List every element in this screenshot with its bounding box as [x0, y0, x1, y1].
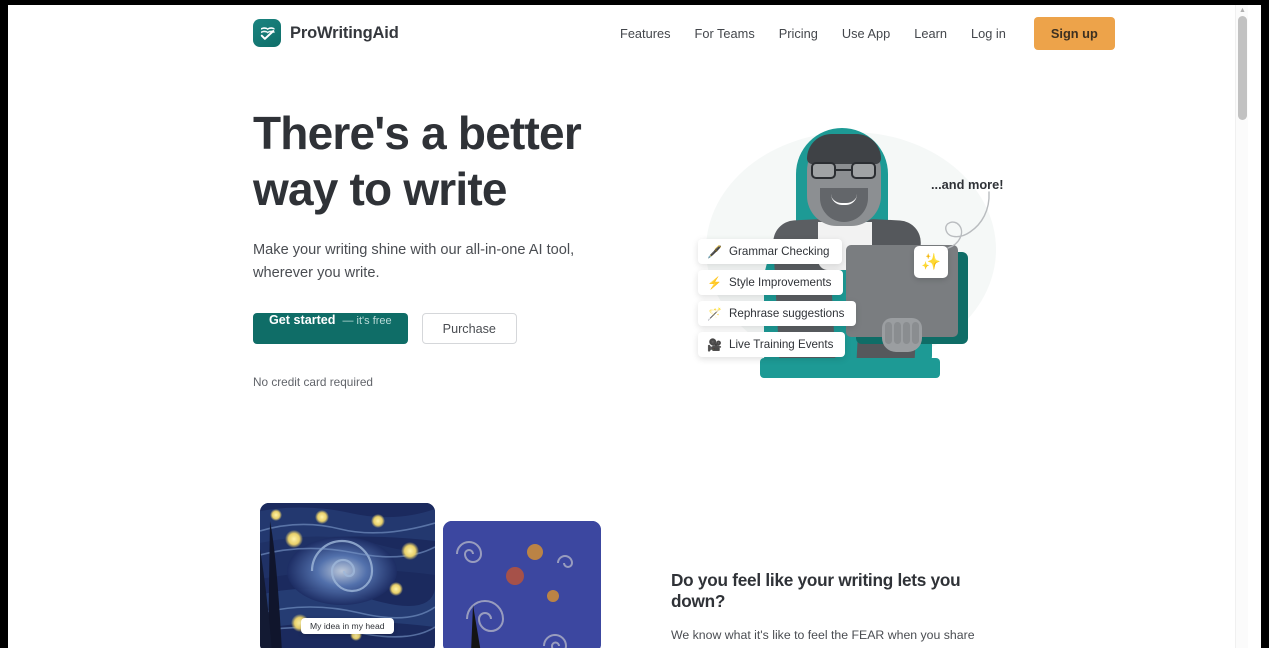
video-camera-icon: 🎥	[707, 337, 722, 352]
section2-text: Do you feel like your writing lets you d…	[671, 570, 1016, 648]
idea-in-my-head-label: My idea in my head	[301, 618, 394, 634]
browser-viewport: ProWritingAid Features For Teams Pricing…	[8, 5, 1261, 648]
sparkles-icon: ✨	[921, 254, 941, 271]
nav-link-features[interactable]: Features	[608, 26, 683, 41]
site-header: ProWritingAid Features For Teams Pricing…	[8, 5, 1248, 62]
hero-illustration: ✨ ...and more! 🖋️ Grammar Checking ⚡ Sty…	[668, 110, 1018, 395]
scrollbar-thumb[interactable]	[1238, 16, 1247, 120]
feather-pen-icon: 🖋️	[707, 244, 722, 259]
hero-content: There's a better way to write Make your …	[253, 105, 613, 389]
section2-title: Do you feel like your writing lets you d…	[671, 570, 961, 611]
scroll-up-arrow-icon[interactable]: ▲	[1239, 7, 1246, 14]
get-started-sublabel: — it's free	[342, 315, 392, 327]
teal-base-bar	[760, 358, 940, 378]
feature-chip-label: Live Training Events	[729, 338, 834, 351]
curly-arrow-icon	[945, 191, 990, 249]
nav-link-pricing[interactable]: Pricing	[767, 26, 830, 41]
sign-up-button[interactable]: Sign up	[1033, 17, 1115, 50]
magic-wand-icon: 🪄	[707, 306, 722, 321]
starry-night-illustration: My idea in my head	[253, 503, 608, 648]
no-credit-card-note: No credit card required	[253, 375, 373, 389]
feature-chip-rephrase-suggestions: 🪄 Rephrase suggestions	[698, 301, 857, 326]
section2-body: We know what it's like to feel the FEAR …	[671, 628, 975, 642]
nav-link-for-teams[interactable]: For Teams	[683, 26, 767, 41]
hero-subtitle: Make your writing shine with our all-in-…	[253, 242, 575, 281]
hero-title-line-2: way to write	[253, 163, 507, 215]
crude-painting-image	[443, 521, 601, 648]
brand-name: ProWritingAid	[290, 23, 399, 42]
feature-chip-style-improvements: ⚡ Style Improvements	[698, 270, 844, 295]
lightning-bolt-icon: ⚡	[707, 275, 722, 290]
get-started-button[interactable]: Get started — it's free	[253, 313, 408, 344]
hero-cta-group: Get started — it's free Purchase	[253, 313, 613, 344]
feature-chip-label: Grammar Checking	[729, 245, 830, 258]
hero-title-line-1: There's a better	[253, 107, 582, 159]
book-check-icon	[253, 19, 281, 47]
main-navigation: Features For Teams Pricing Use App Learn…	[608, 5, 1115, 62]
nav-link-learn[interactable]: Learn	[902, 26, 959, 41]
glasses-icon	[811, 162, 877, 179]
nav-link-use-app[interactable]: Use App	[830, 26, 902, 41]
nav-link-log-in[interactable]: Log in	[959, 26, 1018, 41]
feature-chip-grammar-checking: 🖋️ Grammar Checking	[698, 239, 842, 264]
person-hand	[882, 318, 922, 352]
get-started-label: Get started	[269, 313, 336, 327]
feature-chip-label: Style Improvements	[729, 276, 832, 289]
feature-chip-live-training-events: 🎥 Live Training Events	[698, 332, 846, 357]
purchase-button[interactable]: Purchase	[421, 313, 517, 344]
page-scrollbar[interactable]: ▲	[1235, 5, 1248, 648]
hero-title: There's a better way to write	[253, 105, 613, 217]
web-page: ProWritingAid Features For Teams Pricing…	[8, 5, 1248, 648]
feature-chip-label: Rephrase suggestions	[729, 307, 845, 320]
person-hair	[807, 134, 881, 164]
brand-logo[interactable]: ProWritingAid	[253, 19, 399, 47]
